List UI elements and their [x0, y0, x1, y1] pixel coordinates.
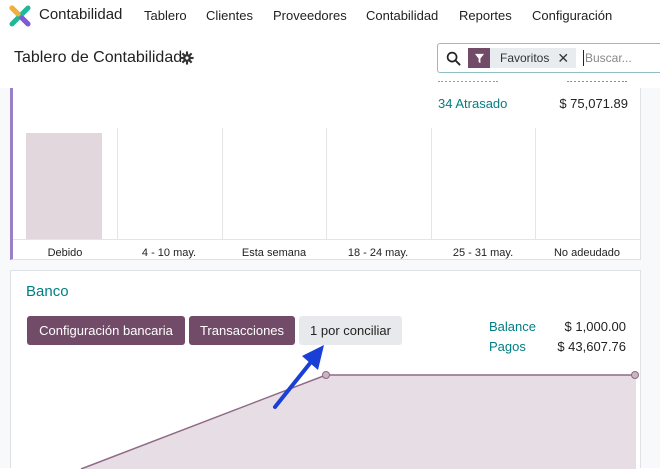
grid-line — [326, 128, 327, 239]
search-bar[interactable]: Favoritos ✕ — [437, 43, 660, 73]
search-facet-favorites[interactable]: Favoritos ✕ — [468, 48, 577, 68]
menu-contabilidad[interactable]: Contabilidad — [366, 8, 438, 23]
grid-line — [222, 128, 223, 239]
overdue-link[interactable]: 34 Atrasado — [438, 96, 507, 111]
menu-reportes[interactable]: Reportes — [459, 8, 512, 23]
overdue-value: $ 75,071.89 — [559, 96, 628, 111]
annotation-arrow-icon — [273, 345, 324, 409]
app-logo-icon[interactable] — [9, 5, 31, 27]
remove-facet-icon[interactable]: ✕ — [557, 48, 576, 68]
x-label: 18 - 24 may. — [347, 247, 409, 259]
clipped-stat-row — [438, 81, 633, 90]
grid-line — [117, 128, 118, 239]
x-label: Debido — [47, 247, 83, 259]
page-title: Tablero de Contabilidad — [14, 49, 183, 66]
axis-line — [13, 239, 640, 240]
chart-point — [631, 371, 639, 379]
x-label: No adeudado — [553, 247, 621, 259]
receivables-card: 34 Atrasado $ 75,071.89 Debido 4 - 10 ma… — [10, 81, 641, 260]
gear-icon[interactable] — [180, 51, 194, 65]
x-label: Esta semana — [241, 247, 307, 259]
menu-clientes[interactable]: Clientes — [206, 8, 253, 23]
search-icon[interactable] — [446, 51, 461, 66]
x-label: 25 - 31 may. — [452, 247, 514, 259]
top-navbar: Contabilidad Tablero Clientes Proveedore… — [0, 0, 660, 32]
grid-line — [535, 128, 536, 239]
chart-bar[interactable] — [26, 133, 102, 239]
dashboard-area: 34 Atrasado $ 75,071.89 Debido 4 - 10 ma… — [0, 81, 660, 469]
filter-icon — [468, 48, 490, 68]
search-input[interactable] — [583, 50, 660, 66]
menu-tablero[interactable]: Tablero — [144, 8, 187, 23]
menu-configuracion[interactable]: Configuración — [532, 8, 612, 23]
app-name[interactable]: Contabilidad — [39, 6, 122, 23]
chart-area — [81, 375, 636, 469]
menu-proveedores[interactable]: Proveedores — [273, 8, 347, 23]
grid-line — [431, 128, 432, 239]
x-label: 4 - 10 may. — [141, 247, 197, 259]
facet-label: Favoritos — [500, 51, 550, 65]
